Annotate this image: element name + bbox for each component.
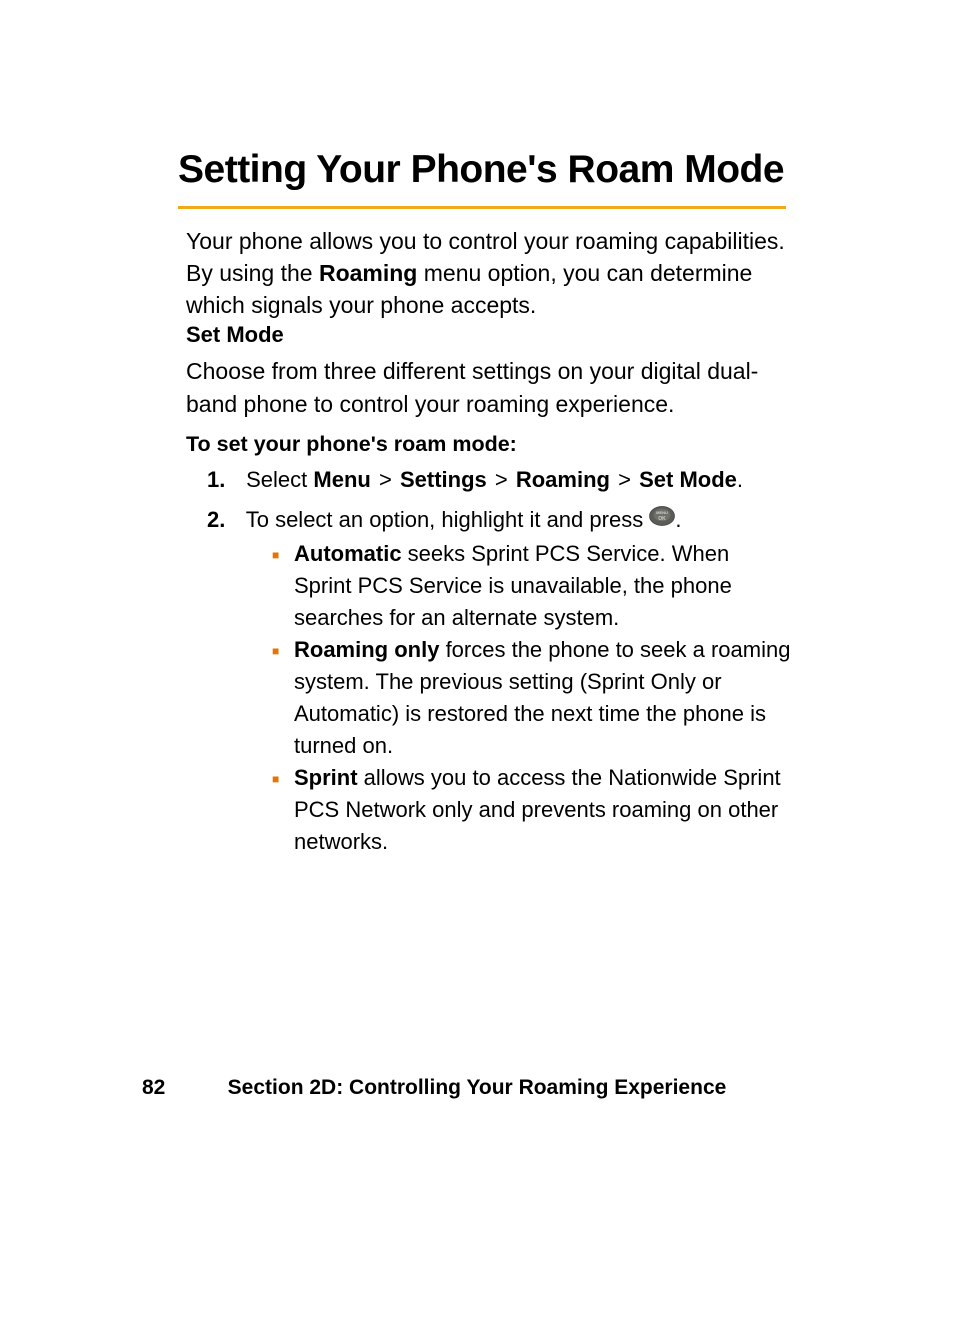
bullet-text: Roaming only forces the phone to seek a …: [294, 634, 792, 762]
step-2-text-a: To select an option, highlight it and pr…: [246, 507, 650, 532]
step-2: 2. To select an option, highlight it and…: [207, 504, 787, 537]
step-2-period: .: [675, 507, 681, 532]
step-1-text-a: Select: [246, 467, 313, 492]
bullet-title-roaming-only: Roaming only: [294, 637, 439, 662]
bullet-title-automatic: Automatic: [294, 541, 402, 566]
to-set-heading: To set your phone's roam mode:: [186, 432, 517, 457]
bullet-marker-icon: ■: [272, 634, 294, 762]
step-1-number: 1.: [207, 464, 240, 496]
bullet-text: Sprint allows you to access the Nationwi…: [294, 762, 792, 858]
intro-paragraph: Your phone allows you to control your ro…: [186, 225, 796, 321]
bullet-text: Automatic seeks Sprint PCS Service. When…: [294, 538, 792, 634]
bullet-roaming-only: ■ Roaming only forces the phone to seek …: [272, 634, 792, 762]
bullet-marker-icon: ■: [272, 762, 294, 858]
bullet-title-sprint: Sprint: [294, 765, 358, 790]
footer-section-title: Section 2D: Controlling Your Roaming Exp…: [0, 1076, 954, 1100]
bullet-sprint: ■ Sprint allows you to access the Nation…: [272, 762, 792, 858]
step-1-gt-2: >: [493, 464, 510, 496]
set-mode-intro: Choose from three different settings on …: [186, 355, 786, 421]
step-1-setmode: Set Mode: [639, 467, 737, 492]
svg-text:MENU: MENU: [656, 510, 668, 515]
svg-text:OK: OK: [659, 516, 667, 522]
bullet-rest-sprint: allows you to access the Nationwide Spri…: [294, 765, 781, 854]
bullet-list: ■ Automatic seeks Sprint PCS Service. Wh…: [272, 538, 792, 858]
step-2-number: 2.: [207, 504, 240, 536]
intro-bold-roaming: Roaming: [319, 260, 417, 286]
step-1-settings: Settings: [400, 467, 487, 492]
bullet-marker-icon: ■: [272, 538, 294, 634]
page-container: Setting Your Phone's Roam Mode Your phon…: [0, 0, 954, 1336]
step-1-gt-1: >: [377, 464, 394, 496]
heading-underline: [178, 206, 786, 209]
step-1-gt-3: >: [616, 464, 633, 496]
step-1-menu: Menu: [313, 467, 370, 492]
page-heading: Setting Your Phone's Roam Mode: [178, 148, 784, 192]
step-1-roaming: Roaming: [516, 467, 610, 492]
step-1-period: .: [737, 467, 743, 492]
bullet-automatic: ■ Automatic seeks Sprint PCS Service. Wh…: [272, 538, 792, 634]
step-1: 1. Select Menu > Settings > Roaming > Se…: [207, 464, 787, 496]
ok-button-icon: MENUOK: [649, 503, 675, 535]
set-mode-subheading: Set Mode: [186, 322, 284, 348]
